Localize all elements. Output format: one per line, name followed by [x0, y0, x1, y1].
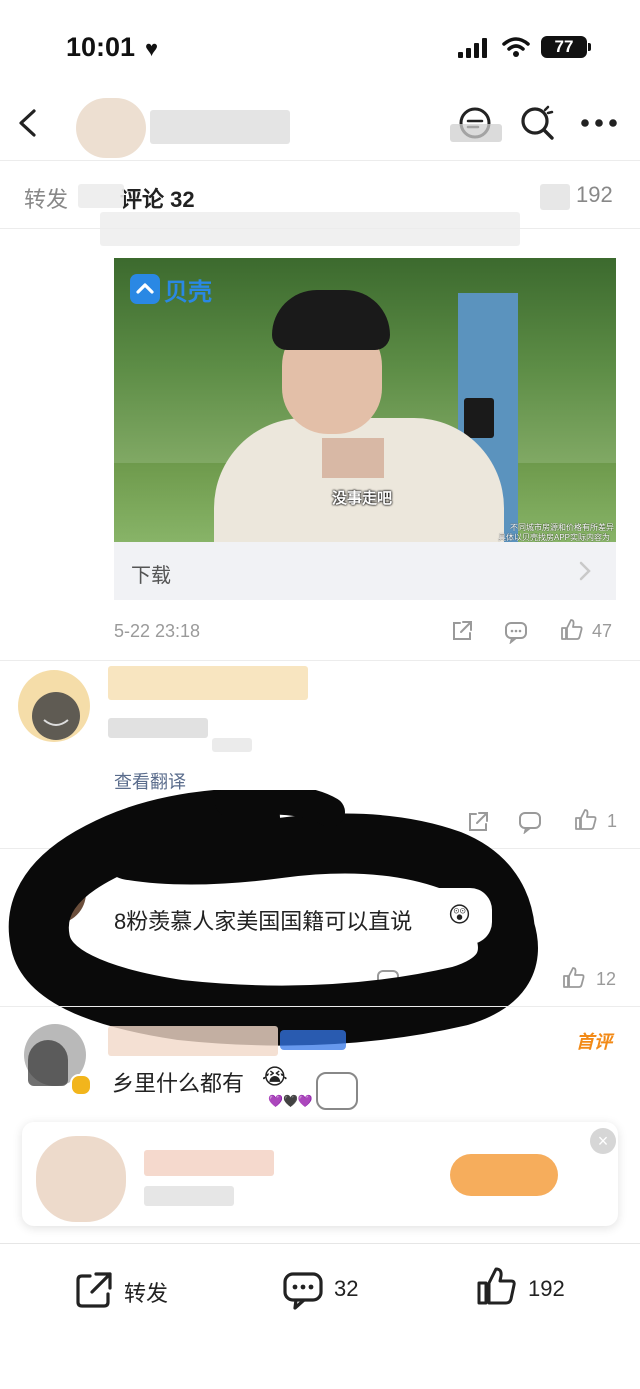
comment-3-reply-icon[interactable] — [376, 968, 400, 992]
battery-indicator: 77 — [541, 36, 587, 58]
follow-card[interactable]: × — [22, 1122, 618, 1226]
avatar-face-icon — [32, 692, 80, 740]
follow-card-desc-obscured — [144, 1186, 234, 1206]
first-comment-badge: 首评 — [576, 1032, 612, 1052]
post-timestamp: 5-22 23:18 — [114, 621, 201, 641]
crying-face-icon: 😭 — [262, 1064, 288, 1089]
commenter-name-obscured[interactable] — [108, 666, 308, 700]
tab-obscured — [78, 184, 124, 208]
bottom-repost-icon[interactable] — [74, 1270, 114, 1310]
fan-level-badge — [280, 1030, 346, 1050]
author-avatar-obscured[interactable] — [76, 98, 146, 158]
comment-2-time: 8-2 — [114, 810, 141, 830]
comment-emoji-obscured — [212, 738, 252, 752]
tab-likes-count[interactable]: 192 — [576, 182, 613, 208]
signal-icon — [458, 38, 487, 58]
back-icon[interactable] — [16, 108, 40, 138]
comment-2-repost-icon[interactable] — [466, 810, 490, 834]
face-emoji-visible-icon: 😲 — [448, 902, 471, 927]
more-icon[interactable] — [580, 118, 618, 128]
comment-text-obscured — [108, 718, 208, 738]
comment-3-like-count: 12 — [596, 969, 617, 989]
tab-comments[interactable]: 评论 32 — [120, 182, 195, 214]
comment-3-like-icon[interactable] — [562, 966, 586, 990]
comment-2-reply-icon[interactable] — [518, 810, 542, 834]
download-bar[interactable]: 下载 — [114, 542, 616, 600]
comment-icon[interactable] — [504, 620, 528, 644]
wifi-icon — [502, 37, 530, 57]
author-name-obscured[interactable] — [150, 110, 290, 144]
commenter-4-name-obscured[interactable] — [108, 1026, 278, 1056]
hearts-decoration-icon: 💜🖤💜 — [268, 1094, 313, 1108]
heart-icon: ♥ — [145, 36, 159, 61]
bottom-action-bar — [0, 1243, 640, 1389]
follow-card-name-obscured — [144, 1150, 274, 1176]
brand-logo-icon — [130, 274, 160, 304]
avatar-figure-icon — [28, 1040, 68, 1086]
post-like-count: 47 — [592, 621, 613, 641]
bottom-like-icon[interactable] — [476, 1266, 518, 1308]
bottom-repost-label[interactable]: 转发 — [124, 1276, 168, 1308]
follow-button-obscured[interactable] — [450, 1154, 558, 1196]
obscured-text-line — [100, 212, 520, 246]
video-thumbnail[interactable]: 贝壳 没事走吧 不同城市房源和价格有所差异 具体以贝壳找房APP实际内容为准 — [114, 258, 616, 542]
person-shirt — [214, 418, 504, 542]
comment-4-text: 乡里什么都有 — [112, 1071, 245, 1096]
likes-tab-obscured — [540, 184, 570, 210]
verified-badge-icon — [70, 1074, 92, 1096]
download-label: 下载 — [131, 565, 171, 587]
comment-2-like-count: 1 — [607, 811, 618, 831]
pillar-device — [464, 398, 494, 438]
video-subtitle: 没事走吧 — [332, 490, 393, 507]
follow-card-avatar-obscured[interactable] — [36, 1136, 126, 1222]
bunny-sticker-icon — [316, 1072, 358, 1110]
bottom-comment-icon[interactable] — [282, 1270, 324, 1312]
repost-icon[interactable] — [450, 619, 474, 643]
comment-3-text-visible: 8粉羡慕人家美国国籍可以直说 — [114, 909, 413, 934]
comment-2-like-icon[interactable] — [574, 808, 598, 832]
search-icon[interactable] — [518, 104, 556, 142]
close-icon[interactable]: × — [590, 1128, 616, 1154]
brand-name: 贝壳 — [164, 279, 212, 306]
video-disclaimer-2: 具体以贝壳找房APP实际内容为准 — [498, 533, 611, 542]
battery-tip — [588, 43, 591, 51]
person-neck — [322, 438, 384, 478]
status-time: 10:01 — [66, 32, 136, 62]
bottom-like-count[interactable]: 192 — [528, 1276, 565, 1302]
commenter-3-avatar[interactable] — [24, 862, 86, 924]
chevron-right-icon — [579, 561, 591, 581]
like-icon[interactable] — [560, 618, 584, 642]
person-hair — [272, 290, 390, 350]
bottom-comment-count[interactable]: 32 — [334, 1276, 358, 1302]
tab-repost[interactable]: 转发 — [24, 182, 68, 214]
translate-link[interactable]: 查看翻译 — [114, 768, 186, 794]
header-obscured-badge — [450, 124, 502, 142]
